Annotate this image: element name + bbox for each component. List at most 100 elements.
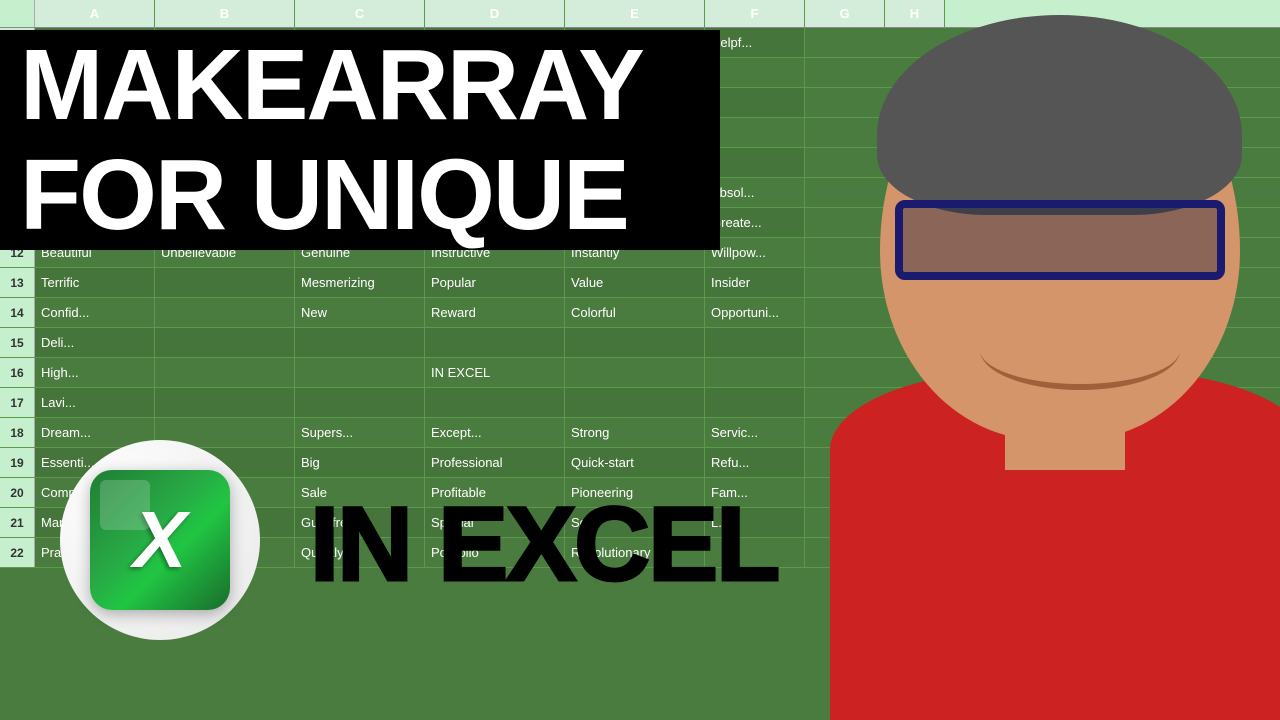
cell-13-b <box>155 268 295 297</box>
row-number: 17 <box>0 388 35 417</box>
cell-19-e: Quick-start <box>565 448 705 477</box>
table-row: 19Essenti... BigProfessionalQuick-startRe… <box>0 448 1280 478</box>
cell-19-d: Professional <box>425 448 565 477</box>
cell-14-b <box>155 298 295 327</box>
row-number: 13 <box>0 268 35 297</box>
cell-16-c <box>295 358 425 387</box>
cell-6-f <box>705 58 805 87</box>
cell-6-a <box>35 58 155 87</box>
cell-16-f <box>705 358 805 387</box>
cell-17-a: Lavi... <box>35 388 155 417</box>
cell-10-d: Powerful <box>425 178 565 207</box>
cell-21-d: Special <box>425 508 565 537</box>
cell-22-d: Portfolio <box>425 538 565 567</box>
cell-15-a: Deli... <box>35 328 155 357</box>
spreadsheet-background: A B C D E F G H 5ExpertMonumentalUnparal… <box>0 0 1280 720</box>
row-number: 11 <box>0 208 35 237</box>
cell-13-d: Popular <box>425 268 565 297</box>
cell-12-e: Instantly <box>565 238 705 267</box>
cell-12-b: Unbelievable <box>155 238 295 267</box>
cell-22-a: Practical <box>35 538 155 567</box>
cell-9-e <box>565 148 705 177</box>
cell-12-c: Genuine <box>295 238 425 267</box>
cell-11-f: Greate... <box>705 208 805 237</box>
cell-14-c: New <box>295 298 425 327</box>
table-row: 9 <box>0 148 1280 178</box>
cell-20-e: Pioneering <box>565 478 705 507</box>
cell-21-c: Guilt-free <box>295 508 425 537</box>
cell-21-f: L... <box>705 508 805 537</box>
table-row: 14Confid...NewRewardColorfulOpportuni... <box>0 298 1280 328</box>
table-row: 13TerrificMesmerizingPopularValueInsider <box>0 268 1280 298</box>
cell-21-a: Mammorth <box>35 508 155 537</box>
spreadsheet-grid: 5ExpertMonumentalUnparalleledReliableFas… <box>0 28 1280 720</box>
cell-22-f <box>705 538 805 567</box>
cell-13-a: Terrific <box>35 268 155 297</box>
cell-14-a: Confid... <box>35 298 155 327</box>
cell-11-e: Improved <box>565 208 705 237</box>
cell-5-b: Monumental <box>155 28 295 57</box>
row-number: 5 <box>0 28 35 57</box>
table-row: 18Dream...Supers...Except...StrongServic… <box>0 418 1280 448</box>
cell-17-b <box>155 388 295 417</box>
row-number: 19 <box>0 448 35 477</box>
cell-10-f: Absol... <box>705 178 805 207</box>
row-number: 7 <box>0 88 35 117</box>
corner-cell <box>0 0 35 27</box>
row-number: 12 <box>0 238 35 267</box>
cell-12-a: Beautiful <box>35 238 155 267</box>
cell-17-d <box>425 388 565 417</box>
cell-6-b <box>155 58 295 87</box>
cell-20-d: Profitable <box>425 478 565 507</box>
cell-8-a <box>35 118 155 147</box>
cell-18-e: Strong <box>565 418 705 447</box>
cell-15-e <box>565 328 705 357</box>
row-number: 8 <box>0 118 35 147</box>
row-number: 20 <box>0 478 35 507</box>
table-row: 12BeautifulUnbelievableGenuineInstructiv… <box>0 238 1280 268</box>
row-number: 15 <box>0 328 35 357</box>
cell-12-d: Instructive <box>425 238 565 267</box>
cell-19-b <box>155 448 295 477</box>
cell-16-d: IN EXCEL <box>425 358 565 387</box>
cell-20-b: ...ited <box>155 478 295 507</box>
cell-15-d <box>425 328 565 357</box>
table-row: 7 <box>0 88 1280 118</box>
row-number: 9 <box>0 148 35 177</box>
cell-15-b <box>155 328 295 357</box>
cell-11-c: Simplistic <box>295 208 425 237</box>
cell-11-b: Delivered <box>155 208 295 237</box>
cell-21-b: Transform <box>155 508 295 537</box>
cell-9-f <box>705 148 805 177</box>
table-row: 10ColossalTimelySimplifiedPowerfulGenius… <box>0 178 1280 208</box>
table-row: 11MagicDeliveredSimplisticTestedImproved… <box>0 208 1280 238</box>
cell-5-d: Reliable <box>425 28 565 57</box>
cell-8-f <box>705 118 805 147</box>
cell-10-b: Timely <box>155 178 295 207</box>
cell-19-f: Refu... <box>705 448 805 477</box>
cell-13-c: Mesmerizing <box>295 268 425 297</box>
cell-16-b <box>155 358 295 387</box>
cell-8-d <box>425 118 565 147</box>
cell-6-c <box>295 58 425 87</box>
cell-16-a: High... <box>35 358 155 387</box>
cell-14-f: Opportuni... <box>705 298 805 327</box>
cell-18-a: Dream... <box>35 418 155 447</box>
table-row: 20Complete...itedSaleProfitablePioneerin… <box>0 478 1280 508</box>
cell-17-e <box>565 388 705 417</box>
col-header-f: F <box>705 0 805 27</box>
row-number: 22 <box>0 538 35 567</box>
col-header-c: C <box>295 0 425 27</box>
cell-19-c: Big <box>295 448 425 477</box>
cell-7-d <box>425 88 565 117</box>
cell-19-a: Essenti... <box>35 448 155 477</box>
cell-8-b <box>155 118 295 147</box>
cell-10-c: Simplified <box>295 178 425 207</box>
cell-18-b <box>155 418 295 447</box>
col-header-g: G <box>805 0 885 27</box>
table-row: 17Lavi... <box>0 388 1280 418</box>
table-row: 16High...IN EXCEL <box>0 358 1280 388</box>
row-number: 18 <box>0 418 35 447</box>
cell-20-f: Fam... <box>705 478 805 507</box>
cell-9-c <box>295 148 425 177</box>
